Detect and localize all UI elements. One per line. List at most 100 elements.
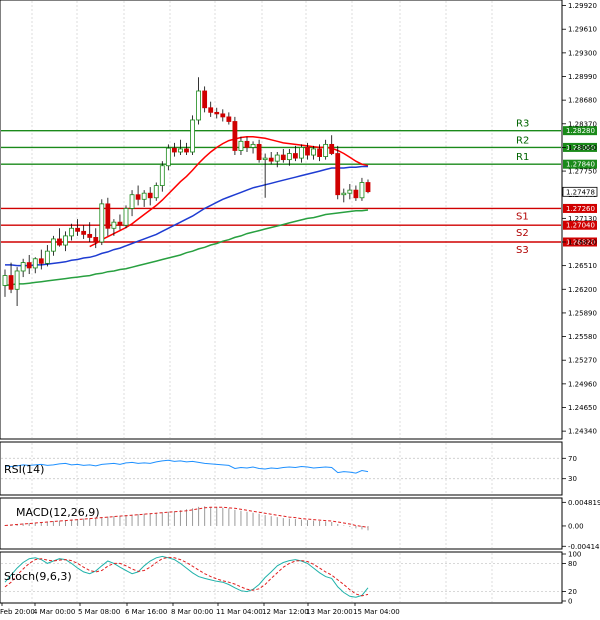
level-label-r3: R3 (516, 119, 529, 130)
candle-up (159, 165, 165, 186)
candle-up (323, 143, 329, 157)
candle-down (171, 147, 177, 153)
candle-down (93, 237, 99, 243)
rsi-label: RSI(14) (4, 463, 44, 476)
candle-up (111, 221, 117, 229)
price-tick-label: 1.24960 (568, 380, 597, 388)
level-label-s2: S2 (516, 228, 529, 239)
time-tick-label: 5 Mar 08:00 (78, 608, 120, 616)
candle-down (26, 262, 32, 269)
candle-up (262, 157, 268, 161)
candle-down (105, 203, 111, 229)
time-tick-label: 4 Mar 00:00 (33, 608, 75, 616)
time-tick-label: 6 Mar 16:00 (125, 608, 167, 616)
level-label-s1: S1 (516, 211, 529, 222)
candle-down (117, 221, 123, 226)
price-tick-label: 1.29920 (568, 2, 597, 10)
price-tick-label: 1.29610 (568, 26, 597, 34)
candle-down (87, 233, 93, 238)
price-tick-label: 1.26510 (568, 262, 597, 270)
level-value-r3: 1.28280 (566, 127, 595, 135)
level-value-s2: 1.27040 (566, 222, 595, 230)
candle-up (44, 250, 50, 264)
candle-down (135, 194, 141, 200)
candle-up (286, 153, 292, 161)
macd-tick-label: 0.00 (568, 522, 584, 530)
current-price-label: 1.27478 (566, 188, 595, 196)
price-axis: 1.29920 1.29610 1.29300 1.28990 1.28680 1.283… (562, 2, 598, 436)
candle-up (238, 140, 244, 151)
stoch-tick-label: 20 (568, 588, 577, 596)
candle-down (232, 121, 238, 151)
candle-down (220, 113, 226, 118)
candle-up (299, 147, 304, 159)
candle-down (335, 153, 341, 196)
candle-up (123, 208, 129, 226)
candle-up (153, 185, 159, 199)
candle-up (129, 194, 135, 209)
price-tick-label: 1.29300 (568, 49, 597, 57)
stoch-tick-label: 100 (568, 551, 581, 559)
candle-up (2, 275, 8, 286)
candle-down (147, 192, 153, 199)
candle-down (202, 90, 208, 109)
time-tick-label: Feb 20:00 (0, 608, 35, 616)
time-tick-label: 11 Mar 04:00 (216, 608, 263, 616)
price-tick-label: 1.28680 (568, 97, 597, 105)
price-tick-label: 1.25270 (568, 357, 597, 365)
price-panel-frame (0, 0, 563, 440)
candle-up (63, 235, 68, 246)
price-tick-label: 1.24340 (568, 428, 597, 436)
candle-up (347, 189, 353, 194)
rsi-tick-label: 30 (568, 475, 577, 483)
candle-down (280, 154, 286, 161)
candle-down (81, 230, 87, 235)
candle-up (165, 147, 171, 167)
candle-down (353, 189, 359, 199)
candle-up (51, 238, 56, 252)
candle-down (268, 157, 274, 162)
macd-tick-label: 0.004819 (568, 499, 600, 507)
candle-up (196, 90, 202, 121)
candle-down (244, 140, 250, 148)
rsi-panel-frame (0, 441, 563, 496)
candle-down (365, 182, 371, 193)
candle-up (311, 148, 316, 156)
candle-down (292, 153, 298, 159)
candle-up (99, 203, 105, 243)
candle-down (57, 238, 62, 246)
candle-up (359, 182, 365, 199)
stoch-tick-label: 0 (568, 598, 572, 606)
candle-up (32, 258, 38, 269)
candle-down (75, 227, 80, 232)
time-tick-label: 15 Mar 04:00 (353, 608, 400, 616)
candle-up (14, 270, 20, 290)
candle-down (184, 148, 189, 153)
candle-down (329, 143, 335, 154)
candle-down (8, 275, 14, 290)
time-tick-label: 8 Mar 00:00 (171, 608, 213, 616)
price-tick-label: 1.25890 (568, 309, 597, 317)
macd-label: MACD(12,26,9) (16, 506, 100, 519)
level-label-r2: R2 (516, 135, 529, 146)
level-label-s3: S3 (516, 245, 529, 256)
candle-down (317, 148, 323, 157)
stoch-label: Stoch(9,6,3) (4, 570, 72, 583)
candle-up (69, 227, 74, 237)
forex-chart: 1.28280R31.28060R21.27840R11.27260S11.27… (0, 0, 600, 616)
time-tick-label: 12 Mar 12:00 (262, 608, 309, 616)
candle-up (274, 154, 280, 162)
price-tick-label: 1.28060 (568, 144, 597, 152)
time-axis: Feb 20:004 Mar 00:00 5 Mar 08:00 6 Mar 16:… (0, 603, 400, 616)
time-tick-label: 13 Mar 20:00 (306, 608, 353, 616)
rsi-tick-label: 70 (568, 455, 577, 463)
price-tick-label: 1.25580 (568, 333, 597, 341)
candle-up (178, 148, 183, 153)
level-label-r1: R1 (516, 152, 529, 163)
price-tick-label: 1.28370 (568, 120, 597, 128)
candle-up (141, 192, 147, 200)
stoch-tick-label: 80 (568, 560, 577, 568)
price-tick-label: 1.26200 (568, 286, 597, 294)
stoch-panel-frame (0, 551, 563, 604)
price-tick-label: 1.27130 (568, 215, 597, 223)
